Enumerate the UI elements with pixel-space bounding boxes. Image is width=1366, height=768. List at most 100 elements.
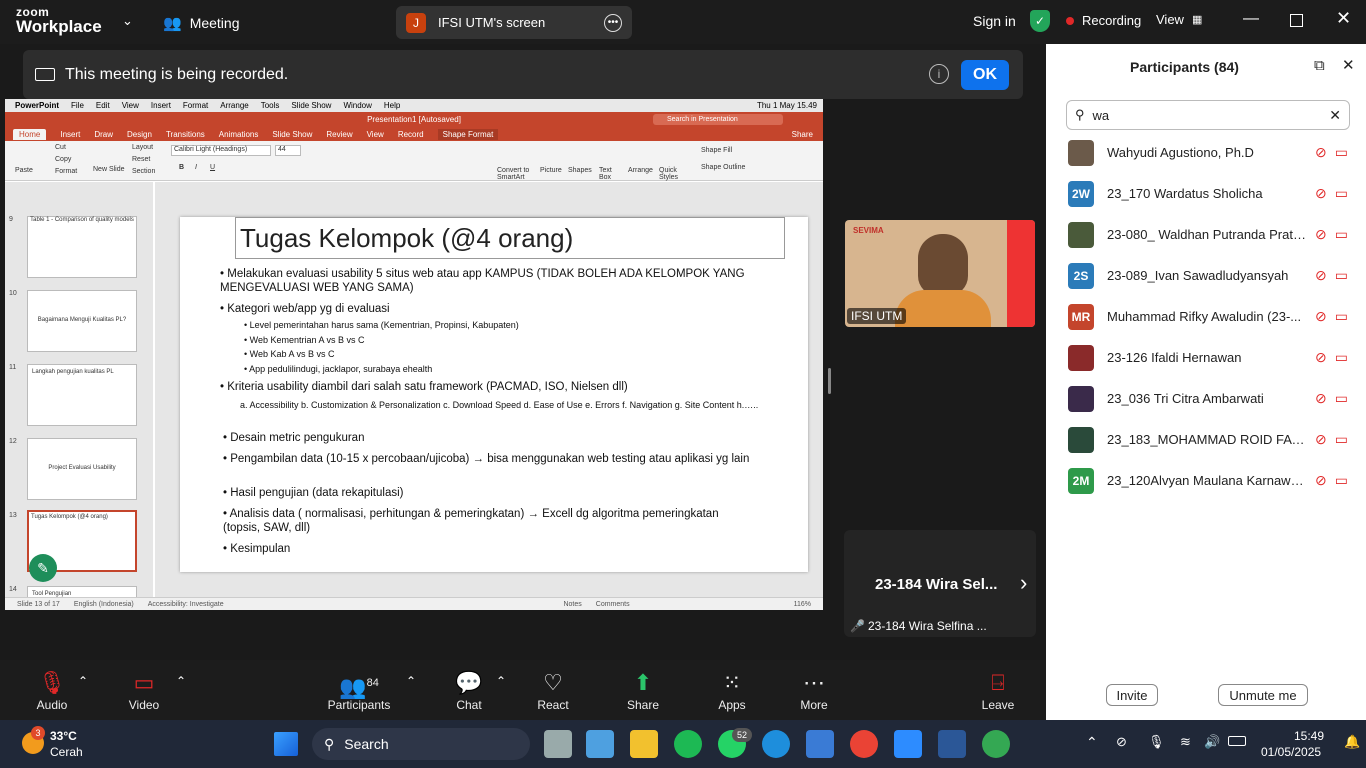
- participant-row[interactable]: 2M 23_120Alvyan Maulana Karnawa... ⊘ ▭: [1046, 460, 1366, 501]
- participant-row[interactable]: 23-080_ Waldhan Putranda Prata... ⊘ ▭: [1046, 214, 1366, 255]
- clear-search-icon[interactable]: ✕: [1329, 107, 1341, 124]
- chevron-down-icon[interactable]: ⌄: [122, 13, 133, 29]
- tab-animations[interactable]: Animations: [219, 130, 259, 139]
- info-icon[interactable]: i: [929, 64, 949, 84]
- wifi-icon[interactable]: ≋: [1180, 734, 1191, 750]
- react-button[interactable]: ♡ React: [513, 668, 593, 712]
- taskbar-date[interactable]: 01/05/2025: [1261, 745, 1321, 759]
- tab-insert[interactable]: Insert: [60, 130, 80, 139]
- mic-muted-icon[interactable]: ⊘: [1315, 308, 1327, 325]
- video-tile-host[interactable]: SEVIMA IFSI UTM: [845, 220, 1035, 327]
- shared-screen[interactable]: PowerPoint File Edit View Insert Format …: [5, 99, 823, 610]
- reset-button[interactable]: Reset: [132, 156, 150, 163]
- picture-button[interactable]: Picture: [540, 167, 562, 174]
- chevron-up-icon[interactable]: ⌃: [176, 674, 186, 688]
- tab-shape-format[interactable]: Shape Format: [437, 129, 499, 140]
- participant-row[interactable]: Wahyudi Agustiono, Ph.D ⊘ ▭: [1046, 132, 1366, 173]
- sign-in-button[interactable]: Sign in: [973, 13, 1016, 29]
- video-off-icon[interactable]: ▭: [1335, 185, 1348, 202]
- mic-muted-icon[interactable]: ⊘: [1315, 431, 1327, 448]
- thumb-slide-10[interactable]: Bagaimana Menguji Kualitas PL?: [27, 290, 137, 352]
- video-off-icon[interactable]: ▭: [1335, 308, 1348, 325]
- shape-outline-button[interactable]: Shape Outline: [701, 164, 745, 171]
- slide-title[interactable]: Tugas Kelompok (@4 orang): [235, 217, 785, 259]
- more-options-icon[interactable]: •••: [604, 13, 622, 32]
- smartart-button[interactable]: Convert to SmartArt: [497, 167, 539, 181]
- tab-slideshow[interactable]: Slide Show: [272, 130, 312, 139]
- video-off-icon[interactable]: ▭: [1335, 431, 1348, 448]
- video-off-icon[interactable]: ▭: [1335, 267, 1348, 284]
- participant-row[interactable]: 23-126 Ifaldi Hernawan ⊘ ▭: [1046, 337, 1366, 378]
- video-button[interactable]: ▭ Video: [104, 668, 184, 712]
- ok-button[interactable]: OK: [961, 60, 1009, 90]
- leave-button[interactable]: ⍈ Leave: [958, 668, 1038, 712]
- close-panel-icon[interactable]: ✕: [1342, 56, 1355, 74]
- mic-muted-icon[interactable]: ⊘: [1315, 349, 1327, 366]
- bold-icon[interactable]: B: [179, 164, 184, 171]
- unmute-me-button[interactable]: Unmute me: [1218, 684, 1308, 706]
- ppt-share-button[interactable]: Share: [792, 130, 813, 139]
- paste-button[interactable]: Paste: [15, 167, 33, 174]
- menu-help[interactable]: Help: [384, 101, 400, 110]
- comments-button[interactable]: Comments: [596, 601, 630, 608]
- participant-row[interactable]: 2W 23_170 Wardatus Sholicha ⊘ ▭: [1046, 173, 1366, 214]
- new-slide-button[interactable]: New Slide: [93, 166, 125, 173]
- shield-check-icon[interactable]: ✓: [1030, 10, 1050, 32]
- font-size-select[interactable]: 44: [275, 145, 301, 156]
- chevron-up-icon[interactable]: ⌃: [1086, 734, 1098, 751]
- slide-thumbnails[interactable]: 9 Table 1 - Comparison of quality models…: [5, 182, 153, 597]
- share-button[interactable]: ⬆ Share: [603, 668, 683, 712]
- notes-button[interactable]: Notes: [563, 601, 581, 608]
- zoom-app-icon[interactable]: [894, 730, 922, 758]
- participants-button[interactable]: 👥84 Participants: [319, 668, 399, 712]
- shapes-button[interactable]: Shapes: [568, 167, 592, 174]
- mic-tray-icon[interactable]: 🎙: [1148, 734, 1165, 750]
- menu-slideshow[interactable]: Slide Show: [291, 101, 331, 110]
- close-icon[interactable]: ✕: [1336, 8, 1351, 29]
- menu-window[interactable]: Window: [343, 101, 371, 110]
- word-icon[interactable]: [938, 730, 966, 758]
- mic-muted-icon[interactable]: ⊘: [1315, 390, 1327, 407]
- slide-canvas[interactable]: Tugas Kelompok (@4 orang) • Melakukan ev…: [180, 217, 808, 572]
- battery-icon[interactable]: [1228, 736, 1246, 746]
- arrange-button[interactable]: Arrange: [628, 167, 653, 174]
- participant-row[interactable]: 2S 23-089_Ivan Sawadludyansyah ⊘ ▭: [1046, 255, 1366, 296]
- chevron-up-icon[interactable]: ⌃: [406, 674, 416, 688]
- thumb-slide-11[interactable]: Langkah pengujian kualitas PL: [27, 364, 137, 426]
- view-button[interactable]: View ▦: [1156, 12, 1202, 27]
- cut-button[interactable]: Cut: [55, 144, 66, 151]
- minimize-icon[interactable]: —: [1243, 10, 1259, 28]
- mic-muted-icon[interactable]: ⊘: [1315, 472, 1327, 489]
- status-language[interactable]: English (Indonesia): [74, 601, 134, 608]
- taskbar-search[interactable]: ⚲ Search: [312, 728, 530, 760]
- mic-muted-icon[interactable]: ⊘: [1315, 144, 1327, 161]
- network-off-icon[interactable]: ⊘: [1116, 734, 1127, 750]
- store-icon[interactable]: [806, 730, 834, 758]
- spotify-icon[interactable]: [674, 730, 702, 758]
- chevron-up-icon[interactable]: ⌃: [78, 674, 88, 688]
- participant-row[interactable]: 23_036 Tri Citra Ambarwati ⊘ ▭: [1046, 378, 1366, 419]
- mic-muted-icon[interactable]: ⊘: [1315, 185, 1327, 202]
- pencil-icon[interactable]: ✎: [29, 554, 57, 582]
- participant-search-input[interactable]: ⚲ wa ✕: [1066, 100, 1350, 130]
- text-box-button[interactable]: Text Box: [599, 167, 621, 181]
- tab-transitions[interactable]: Transitions: [166, 130, 205, 139]
- notification-bell-icon[interactable]: 🔔: [1344, 734, 1360, 750]
- video-off-icon[interactable]: ▭: [1335, 226, 1348, 243]
- menu-format[interactable]: Format: [183, 101, 208, 110]
- chrome-profile-icon[interactable]: [982, 730, 1010, 758]
- participant-row[interactable]: 23_183_MOHAMMAD ROID FAW... ⊘ ▭: [1046, 419, 1366, 460]
- edge-icon[interactable]: [762, 730, 790, 758]
- chrome-icon[interactable]: [850, 730, 878, 758]
- participant-row[interactable]: MR Muhammad Rifky Awaludin (23-... ⊘ ▭: [1046, 296, 1366, 337]
- menu-app[interactable]: PowerPoint: [15, 101, 59, 110]
- mic-muted-icon[interactable]: ⊘: [1315, 267, 1327, 284]
- tab-draw[interactable]: Draw: [94, 130, 113, 139]
- menu-view[interactable]: View: [122, 101, 139, 110]
- tab-record[interactable]: Record: [398, 130, 424, 139]
- section-button[interactable]: Section: [132, 168, 155, 175]
- video-off-icon[interactable]: ▭: [1335, 144, 1348, 161]
- video-off-icon[interactable]: ▭: [1335, 472, 1348, 489]
- volume-icon[interactable]: 🔊: [1204, 734, 1220, 750]
- quick-styles-button[interactable]: Quick Styles: [659, 167, 685, 181]
